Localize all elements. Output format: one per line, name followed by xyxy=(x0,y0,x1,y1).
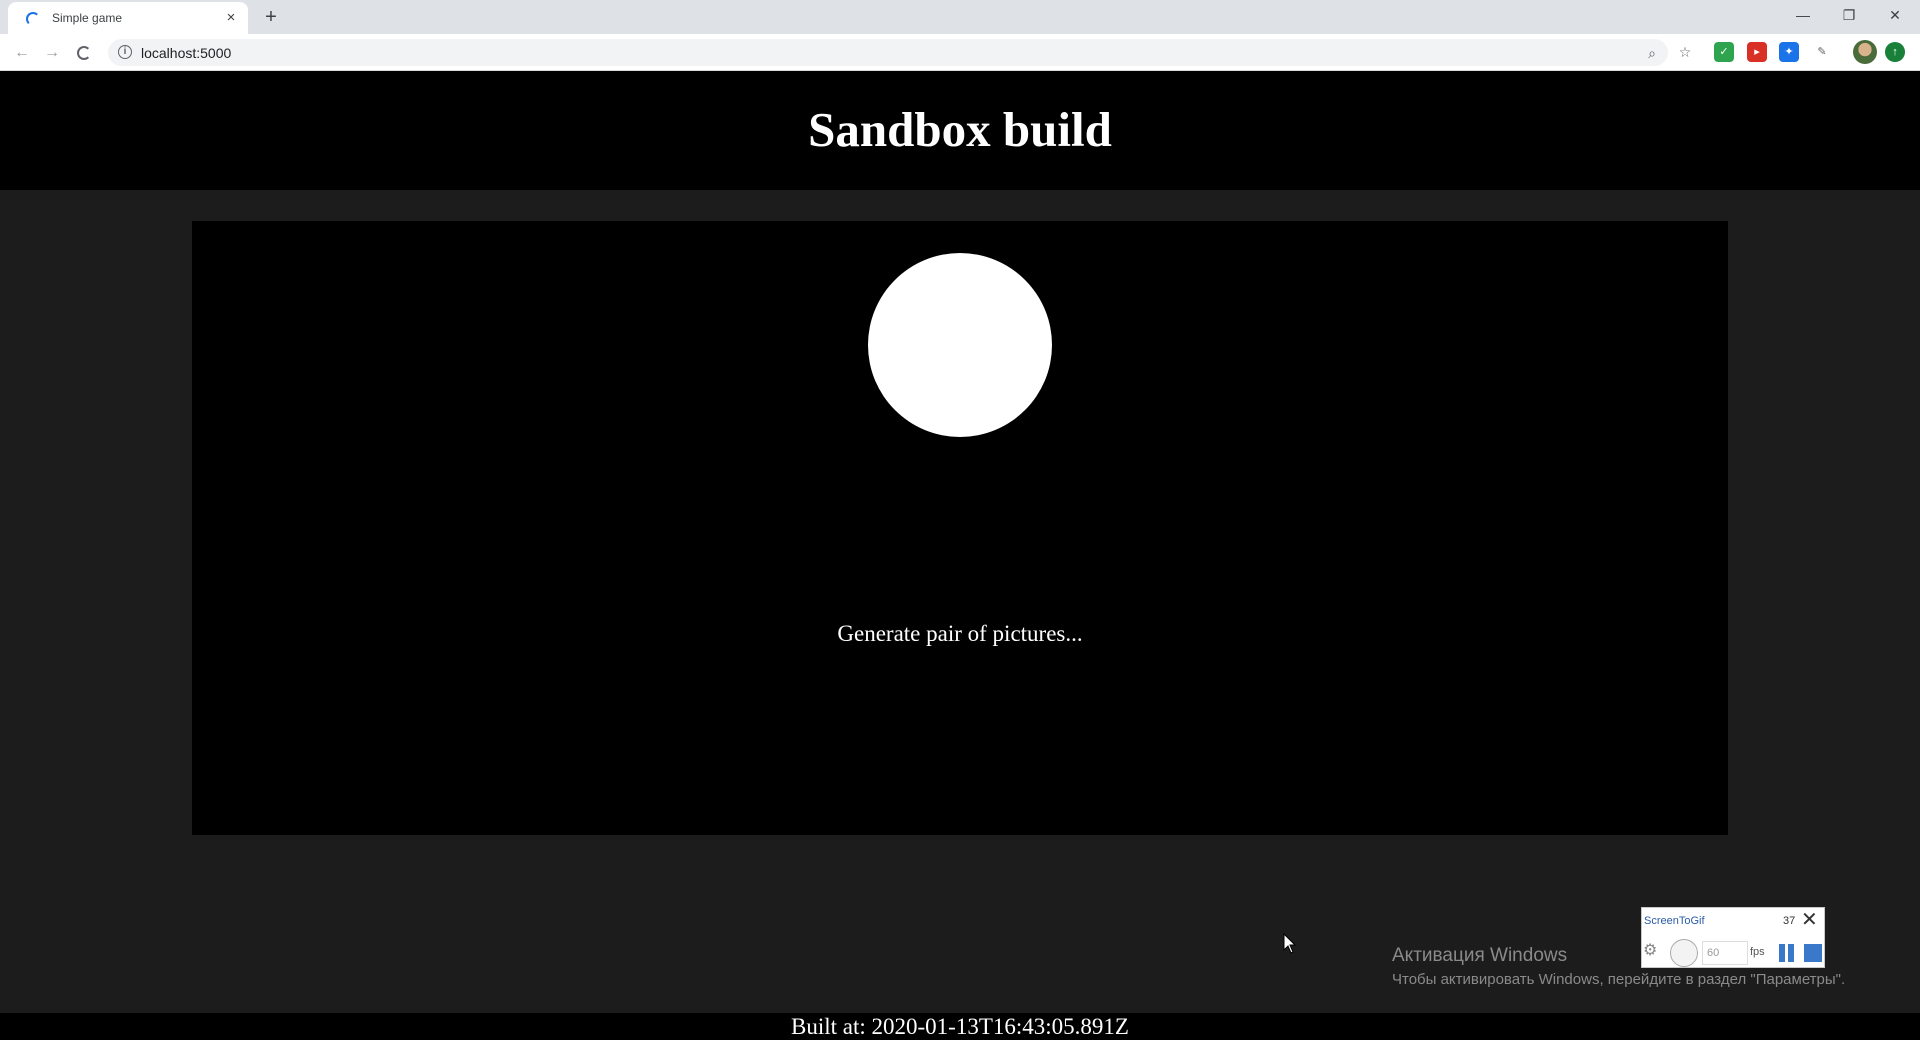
address-bar[interactable]: i localhost:5000 ⌕ xyxy=(108,39,1668,66)
screentogif-close-icon[interactable]: ✕ xyxy=(1801,910,1818,930)
activation-text: Чтобы активировать Windows, перейдите в … xyxy=(1392,971,1846,988)
browser-tabstrip: Simple game × + — ❐ ✕ xyxy=(0,0,1920,34)
fps-input[interactable]: 60 xyxy=(1702,941,1748,965)
close-window-button[interactable]: ✕ xyxy=(1872,0,1918,30)
screentogif-title: ScreenToGif xyxy=(1644,915,1705,927)
record-button[interactable] xyxy=(1670,939,1698,967)
mouse-cursor-icon xyxy=(1283,933,1297,954)
tab-close-icon[interactable]: × xyxy=(222,9,240,27)
blue-extension-icon[interactable]: ✦ xyxy=(1779,42,1799,62)
loading-spinner-icon xyxy=(26,12,40,26)
red-extension-icon[interactable]: ▸ xyxy=(1747,42,1767,62)
page-header: Sandbox build xyxy=(0,71,1920,190)
minimize-button[interactable]: — xyxy=(1780,0,1826,30)
page-footer: Built at: 2020-01-13T16:43:05.891Z xyxy=(0,1013,1920,1040)
frame-count: 37 xyxy=(1783,915,1796,927)
build-info: Built at: 2020-01-13T16:43:05.891Z xyxy=(791,1014,1129,1039)
url-text[interactable]: localhost:5000 xyxy=(141,45,231,61)
game-status-text: Generate pair of pictures... xyxy=(837,621,1083,646)
game-circle xyxy=(868,253,1052,437)
stop-loading-button[interactable] xyxy=(72,41,96,65)
browser-toolbar: ← → i localhost:5000 ⌕ ☆ ✓ ▸ ✦ ✎ ↑ xyxy=(0,34,1920,71)
shield-extension-icon[interactable]: ✓ xyxy=(1714,42,1734,62)
screentogif-widget: ScreenToGif 37 ✕ ⚙ 60 fps xyxy=(1641,907,1825,968)
stop-loading-icon xyxy=(77,46,91,60)
pause-icon[interactable] xyxy=(1778,944,1796,962)
fps-label: fps xyxy=(1750,946,1765,958)
profile-avatar[interactable] xyxy=(1853,40,1877,64)
new-tab-button[interactable]: + xyxy=(260,6,282,28)
forward-button[interactable]: → xyxy=(40,41,64,65)
tab-title: Simple game xyxy=(52,11,123,25)
eyedropper-extension-icon[interactable]: ✎ xyxy=(1812,42,1832,62)
game-canvas[interactable]: Generate pair of pictures... xyxy=(192,221,1728,835)
settings-gear-icon[interactable]: ⚙ xyxy=(1643,940,1657,960)
restore-button[interactable]: ❐ xyxy=(1826,0,1872,30)
site-info-icon[interactable]: i xyxy=(118,45,132,59)
stop-icon[interactable] xyxy=(1804,944,1822,962)
back-button[interactable]: ← xyxy=(10,41,34,65)
page-title: Sandbox build xyxy=(808,102,1112,157)
green-extension-icon[interactable]: ↑ xyxy=(1885,42,1905,62)
bookmark-star-icon[interactable]: ☆ xyxy=(1675,42,1695,62)
browser-tab[interactable]: Simple game × xyxy=(8,2,248,34)
zoom-icon[interactable]: ⌕ xyxy=(1642,43,1662,63)
